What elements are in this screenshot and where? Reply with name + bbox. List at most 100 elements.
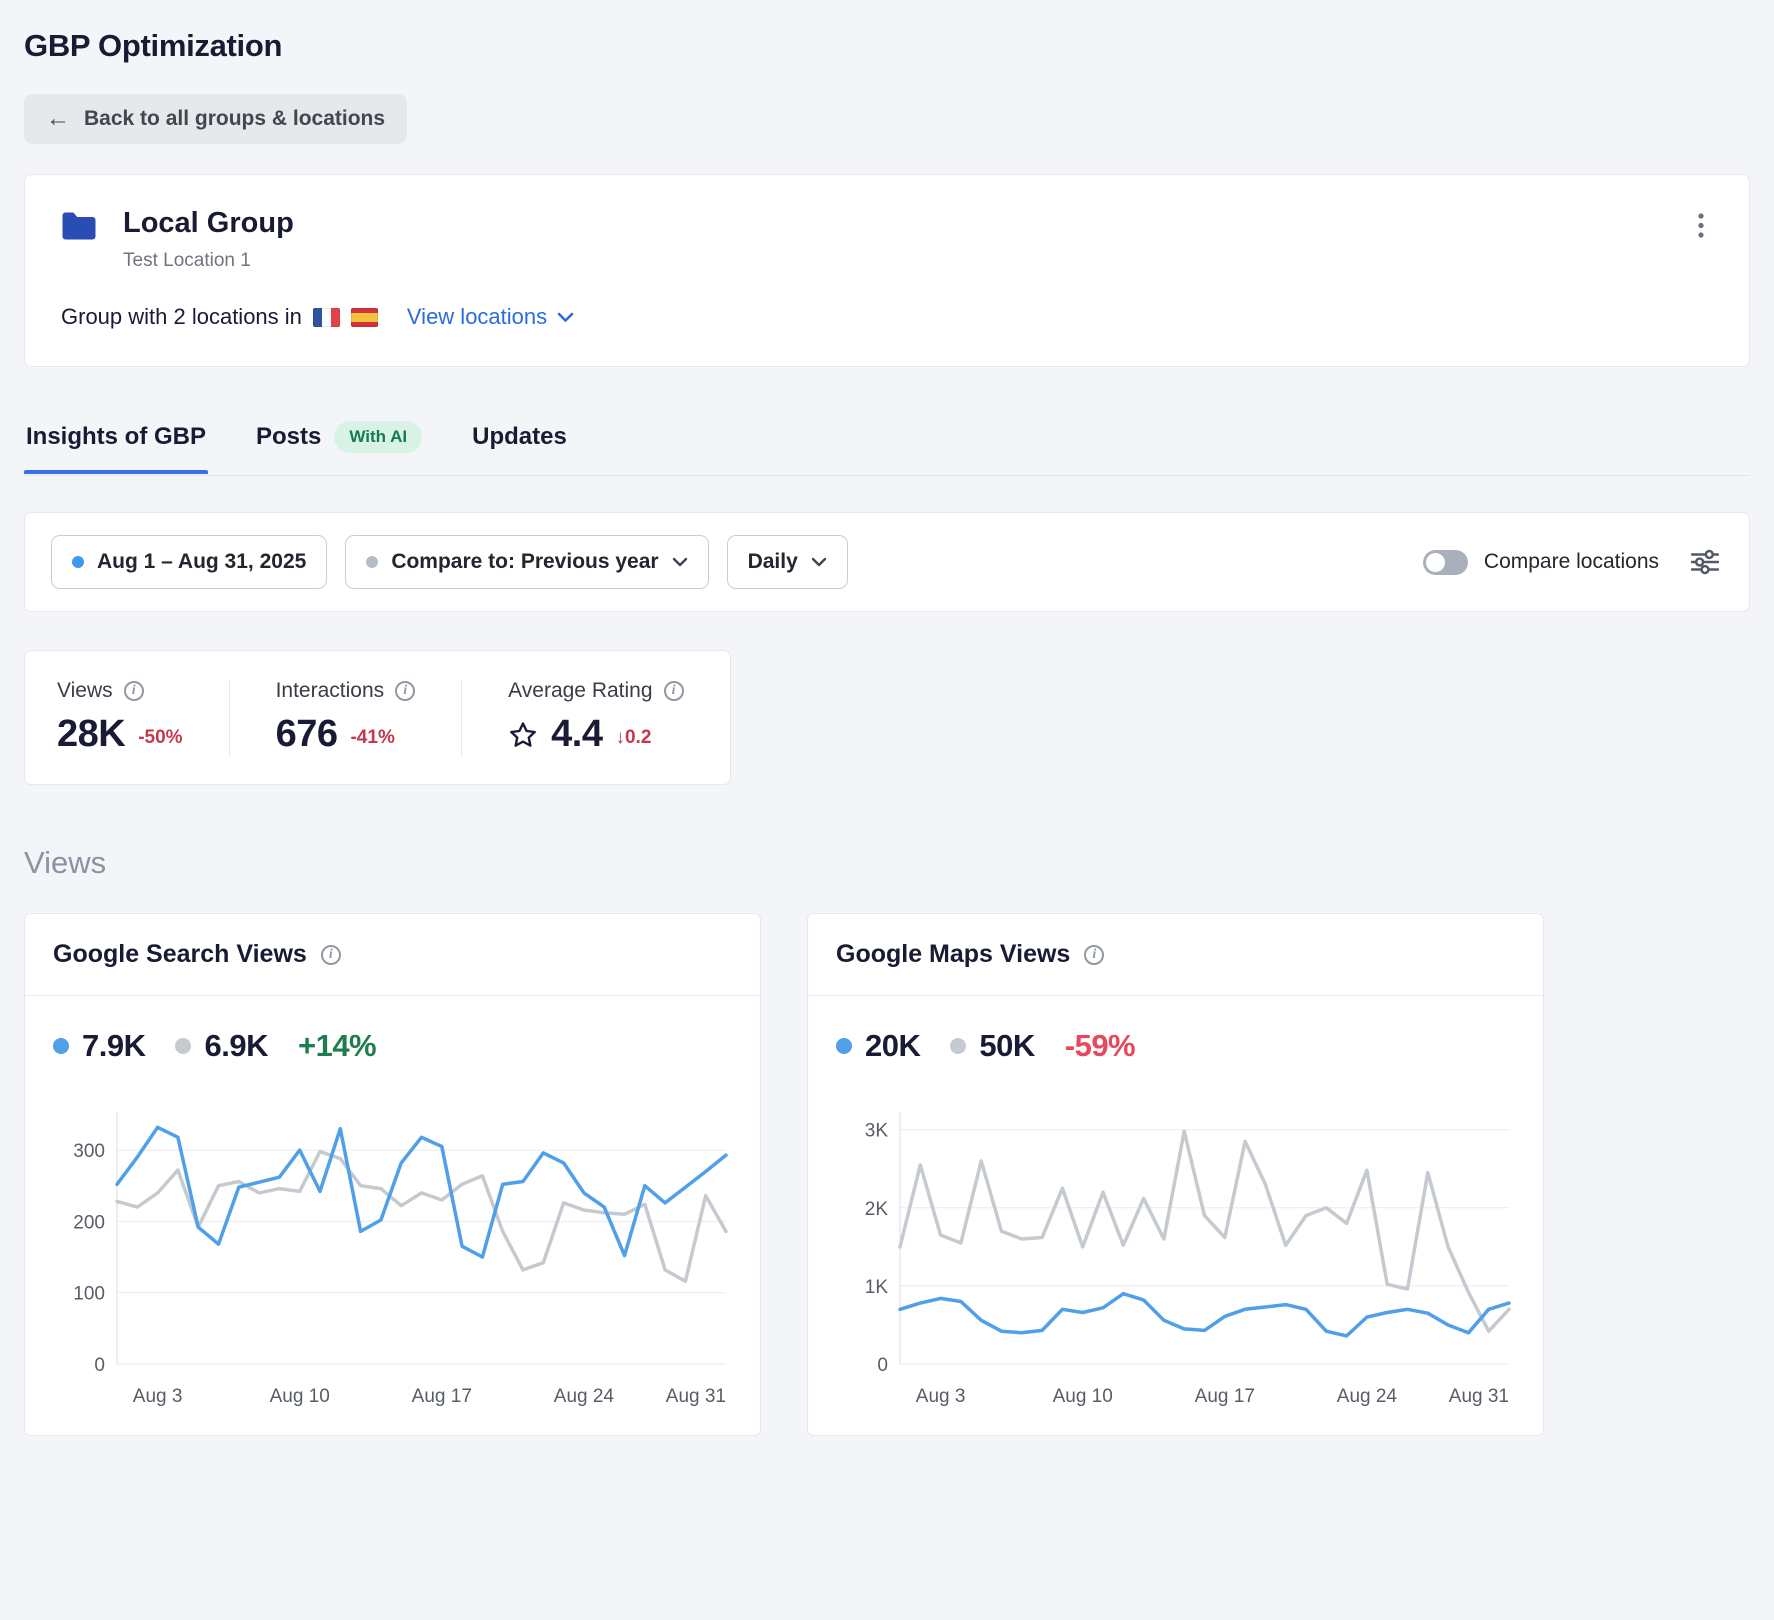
kebab-menu-icon bbox=[1697, 211, 1705, 241]
charts-grid: Google Search Views i 7.9K 6.9K +14% 0 10… bbox=[24, 913, 1750, 1436]
svg-text:Aug 24: Aug 24 bbox=[554, 1386, 615, 1407]
google-maps-views-chart: 01K2K3KAug 3Aug 10Aug 17Aug 24Aug 31 bbox=[836, 1100, 1515, 1417]
views-stat-label: Views bbox=[57, 679, 113, 703]
previous-series-legend: 6.9K bbox=[175, 1028, 267, 1064]
back-arrow-icon: ← bbox=[46, 107, 70, 131]
svg-text:Aug 3: Aug 3 bbox=[916, 1386, 966, 1407]
stat-views: Views i 28K -50% bbox=[25, 679, 229, 756]
tab-updates[interactable]: Updates bbox=[470, 411, 569, 473]
svg-text:Aug 3: Aug 3 bbox=[133, 1386, 183, 1407]
info-icon[interactable]: i bbox=[321, 945, 341, 965]
svg-text:Aug 24: Aug 24 bbox=[1337, 1386, 1398, 1407]
svg-text:Aug 17: Aug 17 bbox=[1195, 1386, 1255, 1407]
svg-text:Aug 17: Aug 17 bbox=[412, 1386, 472, 1407]
group-name: Local Group bbox=[123, 207, 294, 240]
group-locations-row: Group with 2 locations in View locations bbox=[61, 304, 1713, 330]
view-locations-link[interactable]: View locations bbox=[407, 304, 574, 330]
previous-series-dot-icon bbox=[950, 1038, 966, 1054]
tab-insights-of-gbp[interactable]: Insights of GBP bbox=[24, 411, 208, 473]
kebab-menu-button[interactable] bbox=[1689, 207, 1713, 248]
current-series-value: 7.9K bbox=[82, 1028, 145, 1064]
svg-text:Aug 31: Aug 31 bbox=[666, 1386, 726, 1407]
svg-text:300: 300 bbox=[73, 1141, 105, 1162]
views-section-title: Views bbox=[24, 845, 1750, 881]
chevron-down-icon bbox=[672, 557, 688, 567]
sliders-icon bbox=[1691, 549, 1719, 575]
google-search-views-chart: 0 100 200 300 Aug 3 Aug 10 Aug 17 Aug 24 Aug 31 bbox=[53, 1100, 732, 1417]
summary-stats-card: Views i 28K -50% Interactions i 676 -41%… bbox=[24, 650, 731, 785]
svg-text:Aug 10: Aug 10 bbox=[1053, 1386, 1113, 1407]
svg-text:0: 0 bbox=[94, 1355, 105, 1376]
toggle-knob bbox=[1426, 553, 1445, 572]
filter-bar: Aug 1 – Aug 31, 2025 Compare to: Previou… bbox=[24, 512, 1750, 612]
gbp-optimization-page: GBP Optimization ← Back to all groups & … bbox=[0, 0, 1774, 1476]
views-stat-delta: -50% bbox=[138, 727, 182, 749]
svg-text:2K: 2K bbox=[865, 1199, 889, 1220]
tab-insights-label: Insights of GBP bbox=[26, 423, 206, 451]
back-button[interactable]: ← Back to all groups & locations bbox=[24, 94, 407, 144]
group-location: Test Location 1 bbox=[123, 250, 294, 272]
svg-text:100: 100 bbox=[73, 1284, 105, 1305]
svg-text:3K: 3K bbox=[865, 1121, 889, 1142]
compare-locations-label: Compare locations bbox=[1484, 550, 1659, 574]
change-percent: -59% bbox=[1065, 1028, 1135, 1064]
interactions-stat-label: Interactions bbox=[276, 679, 385, 703]
info-icon[interactable]: i bbox=[664, 681, 684, 701]
google-search-views-card: Google Search Views i 7.9K 6.9K +14% 0 10… bbox=[24, 913, 761, 1436]
chevron-down-icon bbox=[811, 557, 827, 567]
france-flag-icon bbox=[313, 308, 340, 327]
granularity-dropdown[interactable]: Daily bbox=[727, 535, 848, 589]
spain-flag-icon bbox=[351, 308, 378, 327]
google-maps-views-card: Google Maps Views i 20K 50K -59% 0 1K 2K 3K… bbox=[807, 913, 1544, 1436]
granularity-label: Daily bbox=[748, 550, 798, 574]
svg-text:0: 0 bbox=[877, 1355, 888, 1376]
info-icon[interactable]: i bbox=[395, 681, 415, 701]
filter-right-controls: Compare locations bbox=[1423, 545, 1723, 579]
rating-stat-delta: ↓0.2 bbox=[615, 727, 651, 749]
chart-settings-button[interactable] bbox=[1687, 545, 1723, 579]
folder-icon bbox=[61, 211, 97, 246]
group-identity: Local Group Test Location 1 bbox=[123, 207, 294, 272]
current-series-dot-icon bbox=[53, 1038, 69, 1054]
svg-text:200: 200 bbox=[73, 1212, 105, 1233]
view-locations-label: View locations bbox=[407, 304, 547, 330]
views-stat-value: 28K bbox=[57, 713, 125, 756]
group-card: Local Group Test Location 1 Group with 2… bbox=[24, 174, 1750, 367]
chart-legend: 7.9K 6.9K +14% bbox=[53, 1028, 732, 1064]
svg-text:Aug 10: Aug 10 bbox=[270, 1386, 330, 1407]
info-icon[interactable]: i bbox=[1084, 945, 1104, 965]
tab-posts-label: Posts bbox=[256, 423, 321, 451]
compare-locations-toggle[interactable] bbox=[1423, 550, 1468, 575]
stat-interactions: Interactions i 676 -41% bbox=[229, 679, 462, 756]
interactions-stat-delta: -41% bbox=[350, 727, 394, 749]
with-ai-badge: With AI bbox=[334, 421, 422, 453]
previous-series-dot-icon bbox=[175, 1038, 191, 1054]
change-percent: +14% bbox=[298, 1028, 376, 1064]
current-series-dot-icon bbox=[836, 1038, 852, 1054]
back-button-label: Back to all groups & locations bbox=[84, 107, 385, 131]
page-title: GBP Optimization bbox=[24, 28, 1750, 64]
group-locations-text: Group with 2 locations in bbox=[61, 304, 302, 330]
rating-stat-value: 4.4 bbox=[551, 713, 602, 756]
star-outline-icon bbox=[508, 720, 538, 750]
compare-period-dot-icon bbox=[366, 556, 378, 568]
svg-text:1K: 1K bbox=[865, 1277, 889, 1298]
current-series-legend: 20K bbox=[836, 1028, 920, 1064]
compare-to-dropdown[interactable]: Compare to: Previous year bbox=[345, 535, 708, 589]
tab-posts[interactable]: Posts With AI bbox=[254, 409, 424, 475]
chart-title: Google Search Views bbox=[53, 940, 307, 969]
previous-series-value: 6.9K bbox=[204, 1028, 267, 1064]
info-icon[interactable]: i bbox=[124, 681, 144, 701]
tabs-bar: Insights of GBP Posts With AI Updates bbox=[24, 409, 1750, 476]
date-range-picker[interactable]: Aug 1 – Aug 31, 2025 bbox=[51, 535, 327, 589]
chart-title: Google Maps Views bbox=[836, 940, 1070, 969]
stat-average-rating: Average Rating i 4.4 ↓0.2 bbox=[461, 679, 729, 756]
previous-series-legend: 50K bbox=[950, 1028, 1034, 1064]
date-range-label: Aug 1 – Aug 31, 2025 bbox=[97, 550, 306, 574]
tab-updates-label: Updates bbox=[472, 423, 567, 451]
chart-legend: 20K 50K -59% bbox=[836, 1028, 1515, 1064]
chevron-down-icon bbox=[557, 312, 574, 323]
current-period-dot-icon bbox=[72, 556, 84, 568]
compare-to-label: Compare to: Previous year bbox=[391, 550, 658, 574]
current-series-value: 20K bbox=[865, 1028, 920, 1064]
